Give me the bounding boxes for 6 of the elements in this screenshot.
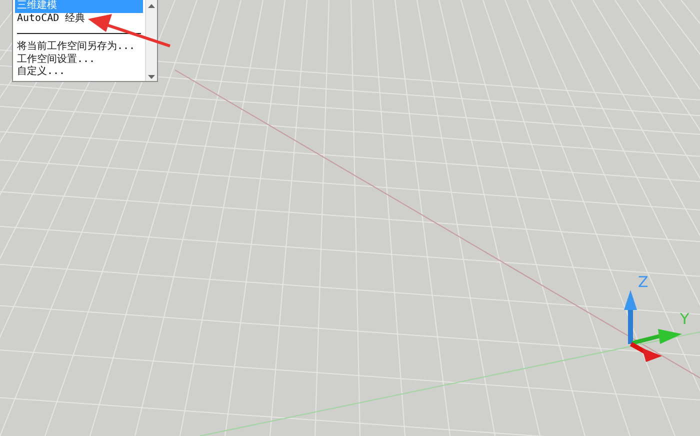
y-axis-label: Y xyxy=(680,312,690,327)
z-axis-label: Z xyxy=(638,275,648,290)
menu-item[interactable]: 自定义... xyxy=(15,66,143,78)
menu-item[interactable]: 工作空间设置... xyxy=(15,54,143,66)
menu-item[interactable]: AutoCAD 经典 xyxy=(15,12,143,25)
menu-item[interactable]: 将当前工作空间另存为... xyxy=(15,41,143,54)
